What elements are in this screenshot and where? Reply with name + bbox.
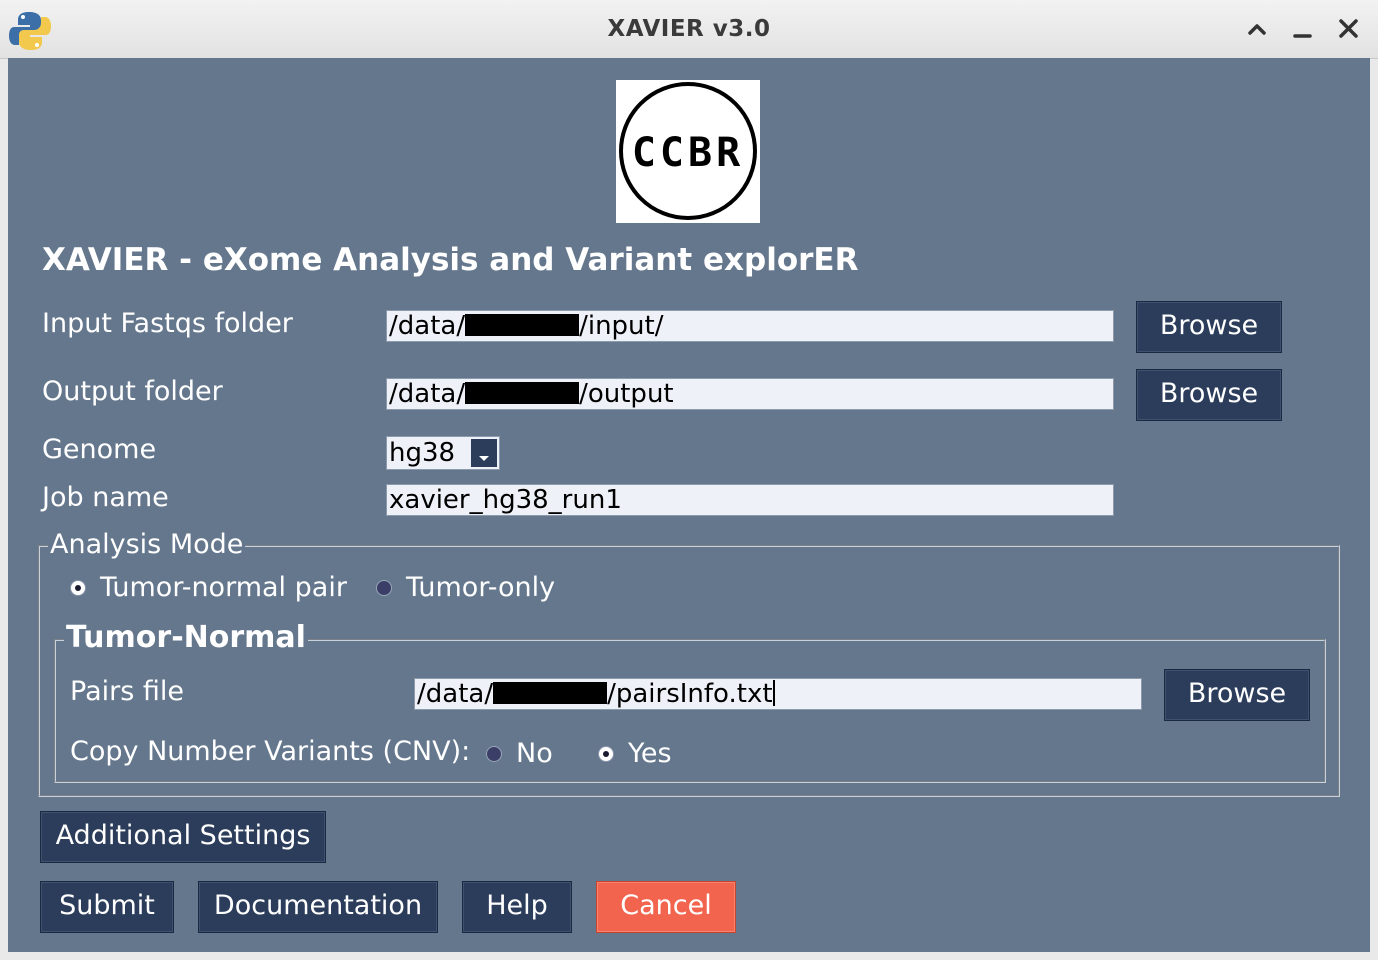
redacted-block	[465, 313, 580, 336]
browse-pairs-button[interactable]: Browse	[1164, 669, 1310, 721]
logo-text: CCBR	[632, 130, 744, 176]
analysis-mode-legend: Analysis Mode	[48, 529, 246, 560]
output-folder-suffix: /output	[579, 379, 674, 409]
chevron-down-icon[interactable]	[471, 439, 497, 467]
cancel-button[interactable]: Cancel	[596, 881, 736, 933]
radio-cnv-no[interactable]: No	[486, 737, 566, 771]
radio-unchecked-icon	[486, 746, 502, 762]
ccbr-logo: CCBR	[616, 80, 760, 223]
radio-tumor-only[interactable]: Tumor-only	[376, 571, 556, 605]
redacted-block	[493, 681, 608, 704]
output-folder-prefix: /data/	[389, 379, 466, 409]
documentation-button[interactable]: Documentation	[198, 881, 438, 933]
redacted-block	[465, 381, 580, 404]
radio-tumor-normal-pair-label: Tumor-normal pair	[100, 572, 347, 603]
pairs-file-field[interactable]: /data/ /pairsInfo.txt	[414, 678, 1142, 710]
additional-settings-button[interactable]: Additional Settings	[40, 811, 326, 863]
radio-tumor-normal-pair[interactable]: Tumor-normal pair	[70, 571, 347, 605]
minimize-icon[interactable]	[1288, 14, 1318, 44]
radio-cnv-yes-label: Yes	[628, 738, 672, 769]
input-fastqs-prefix: /data/	[389, 311, 466, 341]
title-bar: XAVIER v3.0	[0, 0, 1378, 59]
output-folder-field[interactable]: /data/ /output	[386, 378, 1114, 410]
genome-selected-value: hg38	[389, 438, 456, 468]
help-button[interactable]: Help	[462, 881, 572, 933]
main-panel: CCBR XAVIER - eXome Analysis and Variant…	[8, 58, 1370, 952]
text-cursor	[772, 679, 775, 706]
radio-checked-icon	[598, 746, 614, 762]
radio-unchecked-icon	[376, 580, 392, 596]
radio-tumor-only-label: Tumor-only	[406, 572, 556, 603]
close-icon[interactable]	[1334, 14, 1364, 44]
input-fastqs-suffix: /input/	[579, 311, 664, 341]
input-fastqs-field[interactable]: /data/ /input/	[386, 310, 1114, 342]
radio-checked-icon	[70, 580, 86, 596]
pairs-file-prefix: /data/	[417, 679, 494, 709]
radio-cnv-yes[interactable]: Yes	[598, 737, 688, 771]
browse-output-button[interactable]: Browse	[1136, 369, 1282, 421]
job-name-field[interactable]: xavier_hg38_run1	[386, 484, 1114, 516]
cnv-label: Copy Number Variants (CNV):	[70, 736, 471, 767]
input-fastqs-label: Input Fastqs folder	[42, 308, 293, 339]
browse-input-button[interactable]: Browse	[1136, 301, 1282, 353]
job-name-label: Job name	[42, 482, 169, 513]
genome-label: Genome	[42, 434, 157, 465]
submit-button[interactable]: Submit	[40, 881, 174, 933]
genome-select[interactable]: hg38	[386, 436, 500, 470]
window-title: XAVIER v3.0	[607, 16, 771, 42]
tumor-normal-legend: Tumor-Normal	[64, 620, 308, 655]
pairs-file-suffix: /pairsInfo.txt	[607, 679, 773, 709]
output-folder-label: Output folder	[42, 376, 223, 407]
radio-cnv-no-label: No	[516, 738, 553, 769]
app-window: XAVIER v3.0 CCBR XAVIER - eXome Analysis…	[0, 0, 1378, 960]
page-title: XAVIER - eXome Analysis and Variant expl…	[42, 242, 859, 278]
maximize-icon[interactable]	[1242, 14, 1272, 44]
pairs-file-label: Pairs file	[70, 676, 184, 707]
